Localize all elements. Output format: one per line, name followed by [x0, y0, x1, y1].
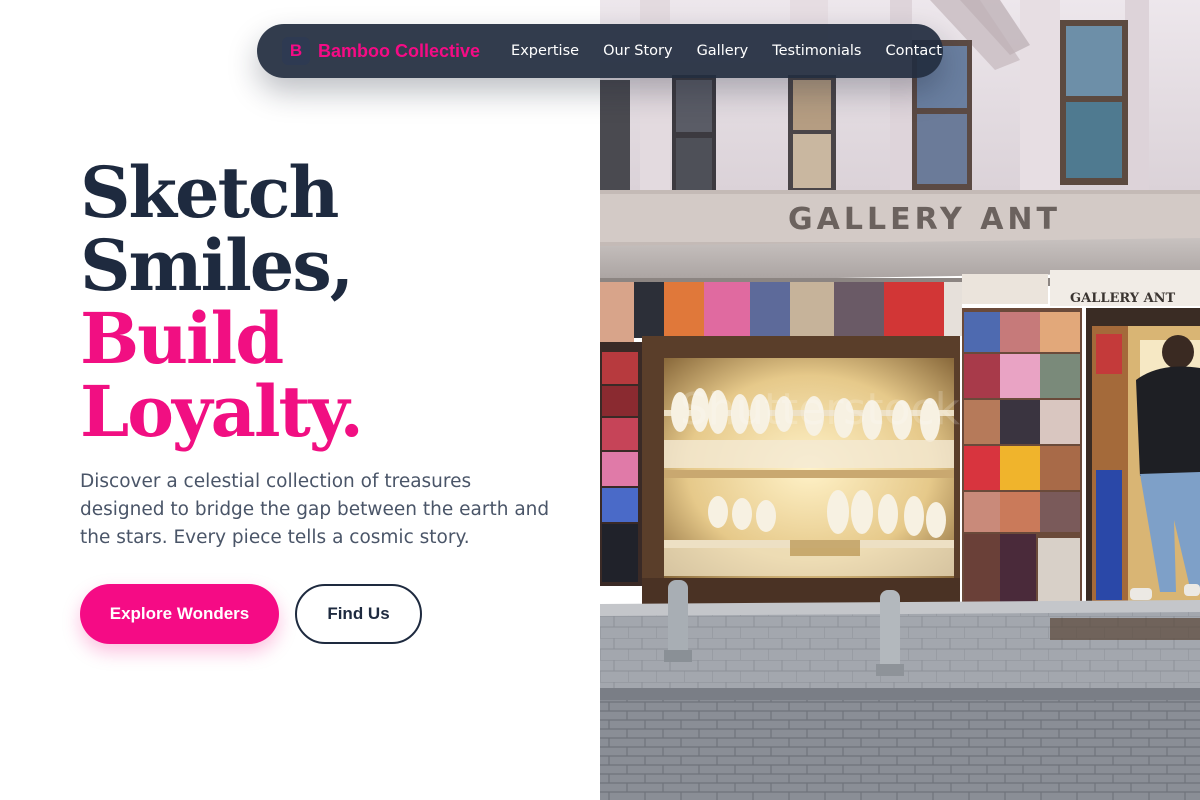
nav-links: Expertise Our Story Gallery Testimonials… — [511, 43, 942, 59]
explore-wonders-button[interactable]: Explore Wonders — [80, 584, 279, 644]
headline-line-3: Build — [80, 297, 284, 380]
find-us-button[interactable]: Find Us — [295, 584, 422, 644]
hero-section: Sketch Smiles, Build Loyalty. Discover a… — [0, 0, 600, 800]
nav-link-contact[interactable]: Contact — [885, 43, 941, 59]
brand-mark-icon: B — [282, 37, 310, 65]
headline-line-2: Smiles, — [80, 224, 354, 307]
hanging-scarves — [600, 282, 962, 344]
shop-sign-small-text: GALLERY ANT — [1070, 291, 1176, 306]
brand-logo[interactable]: B Bamboo Collective — [282, 37, 480, 65]
brand-name: Bamboo Collective — [318, 40, 481, 61]
nav-link-expertise[interactable]: Expertise — [511, 43, 579, 59]
nav-link-gallery[interactable]: Gallery — [697, 43, 749, 59]
top-navigation: B Bamboo Collective Expertise Our Story … — [257, 24, 943, 78]
left-scarf-rack — [600, 342, 642, 586]
right-scarf-wall — [962, 308, 1082, 608]
nav-link-testimonials[interactable]: Testimonials — [772, 43, 861, 59]
storefront-photo: GALLERY ANT GALLERY ANT Shutterstock — [600, 0, 1200, 800]
hero-description: Discover a celestial collection of treas… — [80, 471, 550, 548]
headline-line-4: Loyalty. — [80, 370, 364, 453]
hero-headline: Sketch Smiles, Build Loyalty. — [80, 151, 364, 453]
gallery-sign-text: GALLERY ANT — [788, 202, 1061, 237]
headline-line-1: Sketch — [80, 151, 339, 234]
nav-link-our-story[interactable]: Our Story — [603, 43, 672, 59]
photo-watermark: Shutterstock — [680, 384, 961, 435]
